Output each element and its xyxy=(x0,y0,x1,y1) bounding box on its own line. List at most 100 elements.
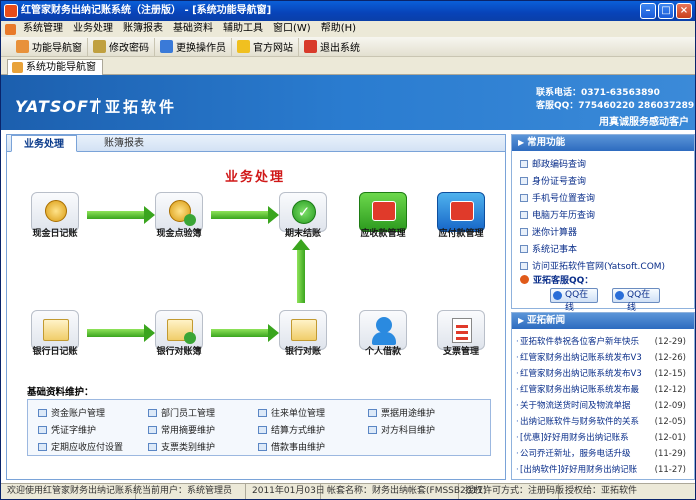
minimize-button[interactable]: – xyxy=(640,3,656,19)
bank-recon-book-label: 银行对账簿 xyxy=(156,347,202,357)
main-tabs: 业务处理 账簿报表 xyxy=(7,135,505,152)
cash-journal-label: 现金日记账 xyxy=(32,229,78,239)
change-password-button[interactable]: 修改密码 xyxy=(88,37,155,56)
link-postcode[interactable]: 邮政编码查询 xyxy=(520,157,586,170)
bank-journal-node[interactable]: 银行日记账 xyxy=(27,310,83,357)
link-notepad[interactable]: 系统记事本 xyxy=(520,242,577,255)
link-label: 邮政编码查询 xyxy=(532,160,587,170)
folder-icon xyxy=(291,319,317,341)
official-site-button[interactable]: 官方网站 xyxy=(232,37,299,56)
menu-business[interactable]: 业务处理 xyxy=(68,21,118,37)
news-item[interactable]: ·红管家财务出纳记账系统发布V3 (12-26) xyxy=(516,351,692,363)
app-icon xyxy=(4,4,18,18)
qq-icon xyxy=(520,275,529,284)
news-item-date: (11-29) xyxy=(654,449,686,459)
news-item[interactable]: ·公司乔迁新址，服务电话升级 (11-29) xyxy=(516,447,692,459)
basic-item-bill-usage[interactable]: 票据用途维护 xyxy=(368,406,435,419)
basic-item-summary[interactable]: 常用摘要维护 xyxy=(148,423,215,436)
period-close-node[interactable]: ✓ 期末结账 xyxy=(275,192,331,239)
close-button[interactable]: × xyxy=(676,3,692,19)
link-calendar[interactable]: 电脑万年历查询 xyxy=(520,208,595,221)
basic-item-departments[interactable]: 部门员工管理 xyxy=(148,406,215,419)
menu-window[interactable]: 窗口(W) xyxy=(268,21,316,37)
menu-system[interactable]: 系统管理 xyxy=(18,21,68,37)
title-bar[interactable]: 红管家财务出纳记账系统（注册版） - [系统功能导航窗] – □ × xyxy=(1,1,695,21)
basic-item-partners[interactable]: 往来单位管理 xyxy=(258,406,325,419)
payables-node[interactable]: 应付款管理 xyxy=(433,192,489,239)
news-item[interactable]: ·红管家财务出纳记账系统发布最 (12-12) xyxy=(516,383,692,395)
star-icon xyxy=(237,40,250,53)
doc-icon xyxy=(520,193,528,202)
check-mgmt-node[interactable]: 支票管理 xyxy=(433,310,489,357)
tab-books[interactable]: 账簿报表 xyxy=(92,135,156,152)
menu-books[interactable]: 账簿报表 xyxy=(118,21,168,37)
cash-journal-node[interactable]: 现金日记账 xyxy=(27,192,83,239)
check-icon xyxy=(184,332,196,344)
basic-data-box: 资金账户管理 部门员工管理 往来单位管理 票据用途维护 凭证字维护 常用摘要维护… xyxy=(27,399,491,456)
status-account-set: 帐套名称：财务出纳帐套(FMSSB2011) xyxy=(321,484,486,499)
cash-check-node[interactable]: 现金点验簿 xyxy=(151,192,207,239)
basic-item-voucher[interactable]: 凭证字维护 xyxy=(38,423,96,436)
news-item-date: (12-09) xyxy=(654,401,686,411)
news-item[interactable]: ·[出纳软件]好好用财务出纳记账 (11-27) xyxy=(516,463,692,475)
receivables-node[interactable]: 应收款管理 xyxy=(355,192,411,239)
basic-item-counter-subject[interactable]: 对方科目维护 xyxy=(368,423,435,436)
bank-recon-node[interactable]: 银行对账 xyxy=(275,310,331,357)
switch-operator-button[interactable]: 更换操作员 xyxy=(155,37,232,56)
home-icon xyxy=(16,40,29,53)
link-label: 身份证号查询 xyxy=(532,177,587,187)
folder-icon xyxy=(43,319,69,341)
qq-online-button-1[interactable]: QQ在线 xyxy=(550,288,598,313)
users-icon xyxy=(160,40,173,53)
flow-arrow xyxy=(211,206,279,224)
status-date: 2011年01月03日 xyxy=(246,484,325,499)
basic-item-label: 往来单位管理 xyxy=(271,409,326,419)
common-functions-header[interactable]: ▶ 常用功能 xyxy=(512,135,694,151)
arrow-right-icon: ▶ xyxy=(518,138,525,147)
news-header[interactable]: ▶ 亚拓新闻 xyxy=(512,313,694,329)
table-icon xyxy=(258,442,267,451)
link-website[interactable]: 访问亚拓软件官网(Yatsoft.COM) xyxy=(520,259,665,272)
period-close-label: 期末结账 xyxy=(284,229,321,239)
checkmark-icon: ✓ xyxy=(292,200,316,224)
link-label: 电脑万年历查询 xyxy=(532,211,596,221)
basic-item-periodic[interactable]: 定期应收应付设置 xyxy=(38,440,123,453)
link-idcard[interactable]: 身份证号查询 xyxy=(520,174,586,187)
basic-item-check-type[interactable]: 支票类别维护 xyxy=(148,440,215,453)
menu-app-icon xyxy=(5,23,16,35)
key-icon xyxy=(93,40,106,53)
news-title: 亚拓新闻 xyxy=(527,315,566,326)
menu-basic[interactable]: 基础资料 xyxy=(168,21,218,37)
menu-help[interactable]: 帮助(H) xyxy=(316,21,361,37)
change-password-label: 修改密码 xyxy=(109,43,149,54)
basic-item-loan-reason[interactable]: 借款事由维护 xyxy=(258,440,325,453)
personal-loan-node[interactable]: 个人借款 xyxy=(355,310,411,357)
qq-support-label: 亚拓客服QQ： xyxy=(520,273,593,286)
news-item[interactable]: ·[优惠]好好用财务出纳记账系 (12-01) xyxy=(516,431,692,443)
link-mobile[interactable]: 手机号位置查询 xyxy=(520,191,595,204)
menu-tools[interactable]: 辅助工具 xyxy=(218,21,268,37)
qq-online-button-2[interactable]: QQ在线 xyxy=(612,288,660,313)
basic-item-settlement[interactable]: 结算方式维护 xyxy=(258,423,325,436)
bank-recon-book-node[interactable]: 银行对账簿 xyxy=(151,310,207,357)
news-item-title: [出纳软件]好好用财务出纳记账 xyxy=(520,465,638,475)
tab-business[interactable]: 业务处理 xyxy=(11,135,77,152)
news-item[interactable]: ·关于物流送货时间及物流单据 (12-09) xyxy=(516,399,692,411)
exit-label: 退出系统 xyxy=(320,43,360,54)
basic-item-label: 对方科目维护 xyxy=(381,426,436,436)
tab-nav-window[interactable]: 系统功能导航窗 xyxy=(7,59,103,75)
maximize-button[interactable]: □ xyxy=(658,3,674,19)
status-user: 当前用户：系统管理员 xyxy=(136,484,246,499)
switch-operator-label: 更换操作员 xyxy=(176,43,226,54)
news-item[interactable]: ·亚拓软件恭祝各位客户新年快乐 (12-29) xyxy=(516,335,692,347)
basic-item-accounts[interactable]: 资金账户管理 xyxy=(38,406,105,419)
news-item[interactable]: ·红管家财务出纳记账系统发布V3 (12-15) xyxy=(516,367,692,379)
exit-button[interactable]: 退出系统 xyxy=(299,38,365,56)
slogan: 用真诚服务感动客户 xyxy=(599,117,689,128)
link-calculator[interactable]: 迷你计算器 xyxy=(520,225,577,238)
basic-data-title: 基础资料维护： xyxy=(27,387,94,398)
content-area: YATSOFT 亚拓软件 联系电话：0371-63563890 客服QQ：775… xyxy=(1,75,695,483)
news-item[interactable]: ·出纳记账软件与财务软件的关系 (12-05) xyxy=(516,415,692,427)
logo-divider xyxy=(97,98,98,114)
nav-window-button[interactable]: 功能导航窗 xyxy=(11,37,88,56)
